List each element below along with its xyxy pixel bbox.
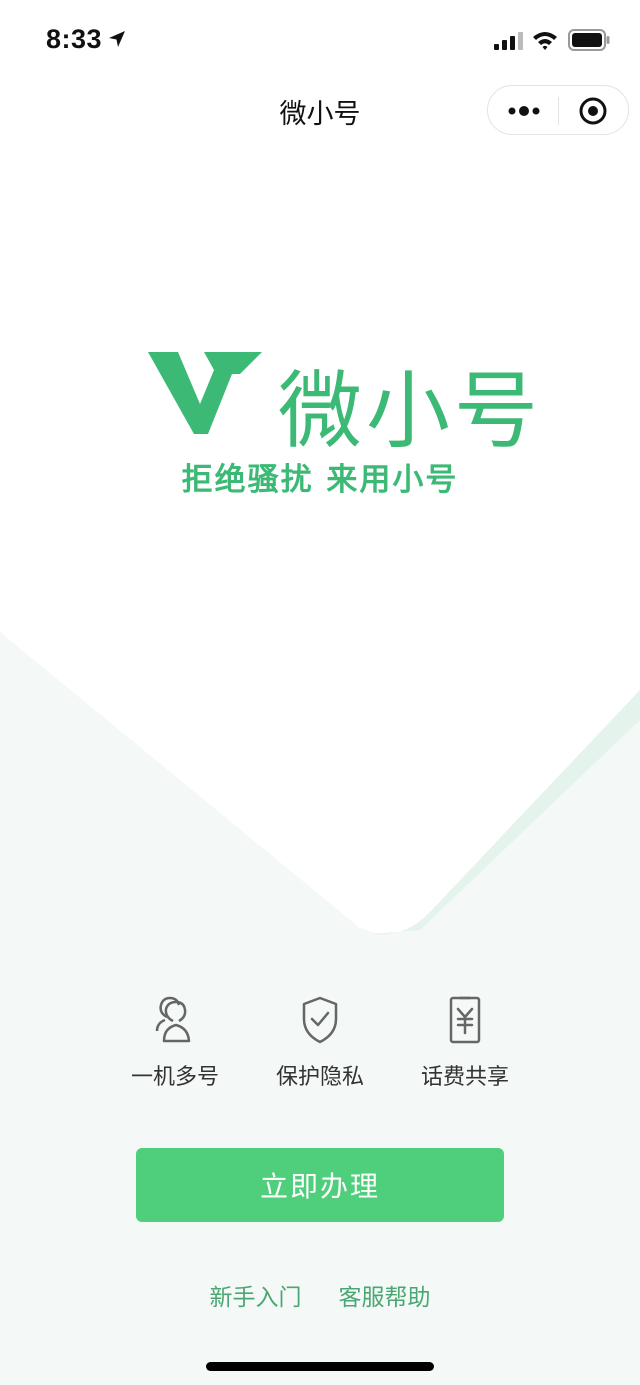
phone-yuan-icon bbox=[449, 996, 481, 1044]
app-logo: 微小号 bbox=[148, 350, 538, 460]
feature-list: 一机多号 保护隐私 话费共享 bbox=[0, 995, 640, 1105]
cellular-signal-icon bbox=[494, 32, 523, 50]
apply-now-button[interactable]: 立即办理 bbox=[136, 1148, 504, 1222]
mini-program-capsule bbox=[487, 85, 629, 135]
status-bar: 8:33 bbox=[0, 0, 640, 80]
logo-text: 微小号 bbox=[278, 362, 543, 460]
location-arrow-icon bbox=[109, 31, 125, 47]
feature-privacy: 保护隐私 bbox=[255, 995, 385, 1091]
more-icon[interactable] bbox=[506, 99, 542, 123]
feature-label: 话费共享 bbox=[420, 1065, 509, 1090]
feature-label: 一机多号 bbox=[130, 1065, 219, 1090]
target-icon[interactable] bbox=[579, 97, 607, 125]
feature-shared-fees: 话费共享 bbox=[400, 995, 530, 1091]
help-links: 新手入门 客服帮助 bbox=[0, 1278, 640, 1312]
shield-check-icon bbox=[302, 996, 338, 1044]
capsule-divider bbox=[558, 97, 559, 125]
wifi-icon bbox=[533, 32, 557, 50]
feature-label: 保护隐私 bbox=[275, 1065, 364, 1090]
battery-icon bbox=[568, 29, 610, 51]
feature-multi-number: 一机多号 bbox=[110, 995, 240, 1091]
w-logo-mark bbox=[148, 352, 262, 434]
home-indicator bbox=[206, 1362, 434, 1371]
customer-support-link[interactable]: 客服帮助 bbox=[339, 1278, 431, 1312]
slogan: 拒绝骚扰 来用小号 bbox=[181, 462, 459, 498]
users-icon bbox=[155, 996, 191, 1043]
beginner-guide-link[interactable]: 新手入门 bbox=[209, 1278, 301, 1312]
status-time: 8:33 bbox=[46, 24, 103, 54]
